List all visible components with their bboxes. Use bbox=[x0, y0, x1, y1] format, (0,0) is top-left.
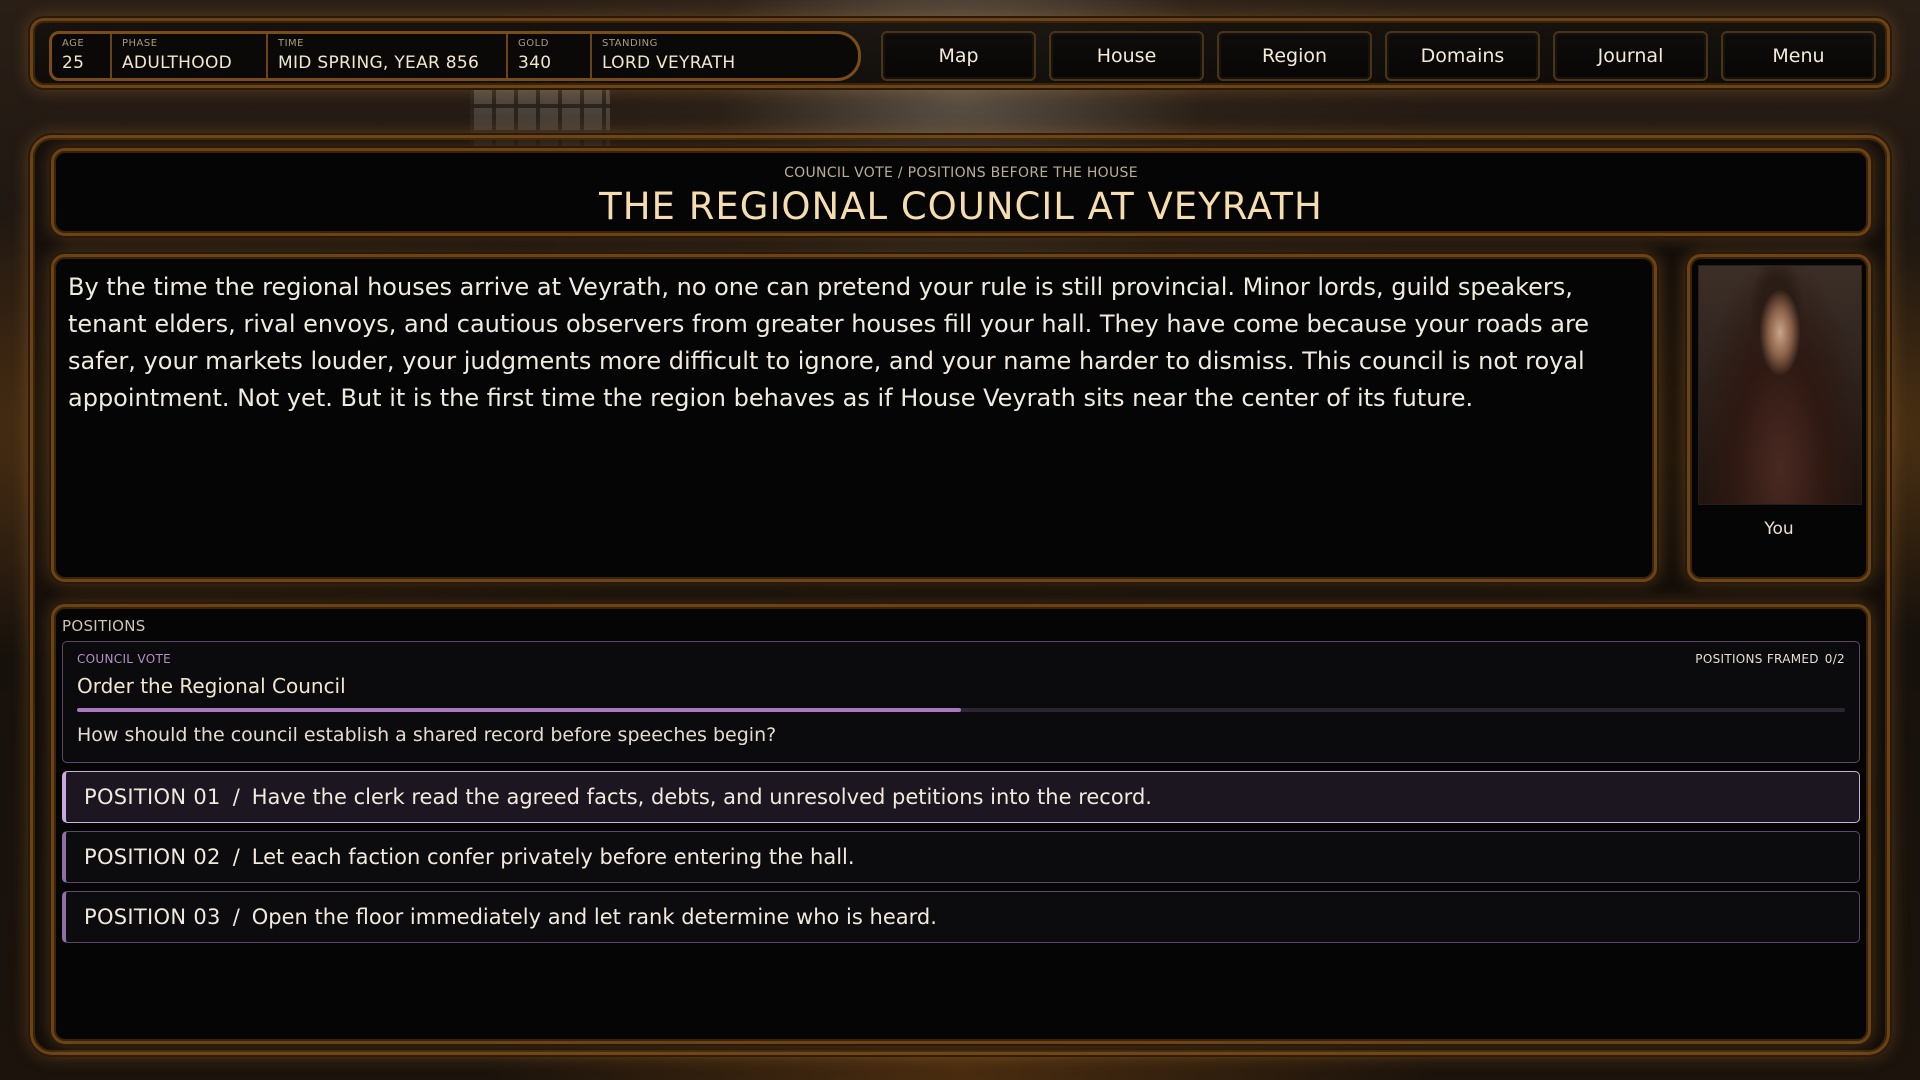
map-button[interactable]: Map bbox=[881, 31, 1036, 81]
stat-time: TIME MID SPRING, YEAR 856 bbox=[268, 34, 508, 78]
vote-title: Order the Regional Council bbox=[77, 674, 346, 698]
stat-phase: PHASE ADULTHOOD bbox=[112, 34, 268, 78]
vote-question: How should the council establish a share… bbox=[77, 724, 777, 746]
stat-age-label: AGE bbox=[62, 38, 85, 49]
domains-button[interactable]: Domains bbox=[1385, 31, 1540, 81]
stat-gold-value: 340 bbox=[518, 53, 552, 73]
position-number: POSITION 02 bbox=[84, 845, 221, 869]
region-button[interactable]: Region bbox=[1217, 31, 1372, 81]
stat-phase-label: PHASE bbox=[122, 38, 158, 49]
breadcrumb: COUNCIL VOTE / POSITIONS BEFORE THE HOUS… bbox=[784, 165, 1138, 181]
page-title: THE REGIONAL COUNCIL AT VEYRATH bbox=[599, 185, 1323, 228]
positions-framed-value: 0/2 bbox=[1824, 652, 1845, 666]
stat-standing-label: STANDING bbox=[602, 38, 658, 49]
position-text: Open the floor immediately and let rank … bbox=[251, 905, 937, 929]
stat-gold: GOLD 340 bbox=[508, 34, 592, 78]
stat-time-value: MID SPRING, YEAR 856 bbox=[278, 53, 480, 73]
menu-button[interactable]: Menu bbox=[1721, 31, 1876, 81]
narrative-text: By the time the regional houses arrive a… bbox=[68, 273, 1590, 412]
main-panel: COUNCIL VOTE / POSITIONS BEFORE THE HOUS… bbox=[30, 135, 1890, 1055]
stat-age: AGE 25 bbox=[52, 34, 112, 78]
stat-phase-value: ADULTHOOD bbox=[122, 53, 233, 73]
positions-framed: POSITIONS FRAMED 0/2 bbox=[1695, 652, 1845, 666]
top-hud: AGE 25 PHASE ADULTHOOD TIME MID SPRING, … bbox=[30, 18, 1890, 88]
position-option-01[interactable]: POSITION 01 / Have the clerk read the ag… bbox=[62, 771, 1860, 823]
stats-bar: AGE 25 PHASE ADULTHOOD TIME MID SPRING, … bbox=[49, 31, 861, 81]
stat-standing: STANDING LORD VEYRATH bbox=[592, 34, 832, 78]
stat-age-value: 25 bbox=[62, 53, 85, 73]
positions-panel: POSITIONS COUNCIL VOTE POSITIONS FRAMED 0… bbox=[51, 604, 1871, 1044]
position-text: Let each faction confer privately before… bbox=[251, 845, 855, 869]
position-option-03[interactable]: POSITION 03 / Open the floor immediately… bbox=[62, 891, 1860, 943]
position-option-02[interactable]: POSITION 02 / Let each faction confer pr… bbox=[62, 831, 1860, 883]
position-number: POSITION 03 bbox=[84, 905, 221, 929]
positions-framed-label: POSITIONS FRAMED bbox=[1695, 652, 1819, 666]
nav-bar: Map House Region Domains Journal Menu bbox=[881, 31, 1876, 81]
portrait-label: You bbox=[1764, 519, 1794, 539]
vote-kind: COUNCIL VOTE bbox=[77, 652, 171, 666]
stat-time-label: TIME bbox=[278, 38, 305, 49]
house-button[interactable]: House bbox=[1049, 31, 1204, 81]
vote-card: COUNCIL VOTE POSITIONS FRAMED 0/2 Order t… bbox=[62, 641, 1860, 763]
position-separator: / bbox=[232, 785, 240, 809]
vote-progress-fill bbox=[77, 708, 961, 712]
portrait-box: You bbox=[1687, 254, 1871, 582]
stat-standing-value: LORD VEYRATH bbox=[602, 53, 736, 73]
journal-button[interactable]: Journal bbox=[1553, 31, 1708, 81]
vote-progress-bar bbox=[77, 708, 1845, 712]
positions-header: POSITIONS bbox=[62, 617, 146, 635]
position-separator: / bbox=[232, 905, 240, 929]
stat-gold-label: GOLD bbox=[518, 38, 549, 49]
position-text: Have the clerk read the agreed facts, de… bbox=[251, 785, 1152, 809]
position-separator: / bbox=[232, 845, 240, 869]
position-number: POSITION 01 bbox=[84, 785, 221, 809]
narrative-box: By the time the regional houses arrive a… bbox=[51, 254, 1657, 582]
title-box: COUNCIL VOTE / POSITIONS BEFORE THE HOUS… bbox=[51, 148, 1871, 236]
player-portrait bbox=[1698, 265, 1862, 505]
